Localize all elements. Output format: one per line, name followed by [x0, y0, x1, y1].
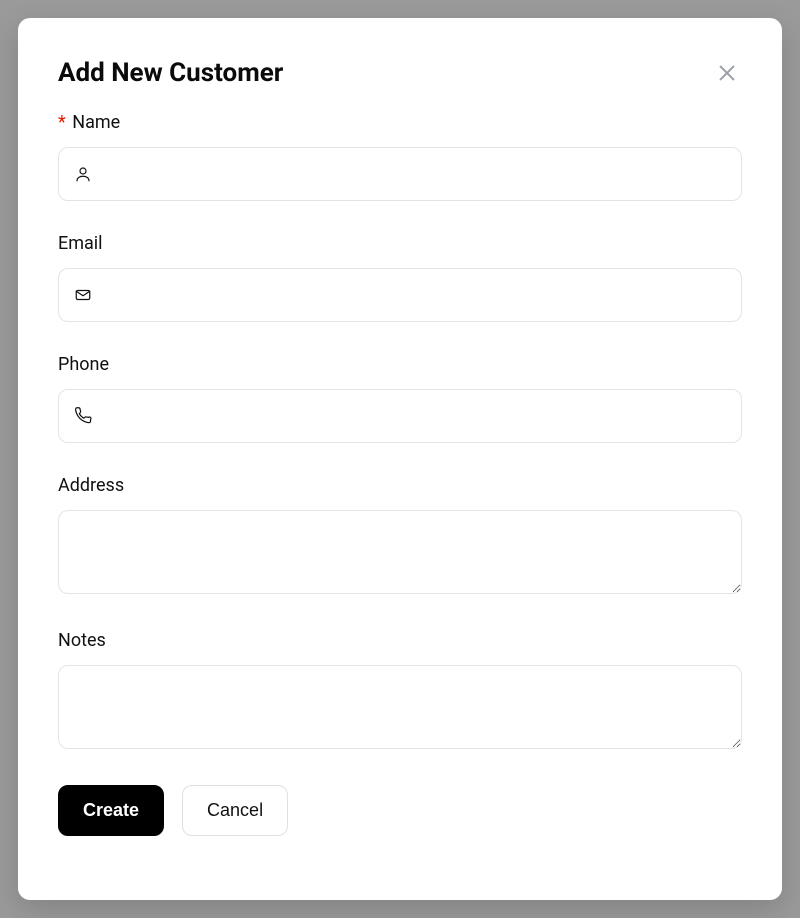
close-button[interactable]: [712, 58, 742, 88]
phone-label: Phone: [58, 354, 742, 375]
name-input-wrap: [58, 147, 742, 201]
close-icon: [716, 62, 738, 84]
address-textarea[interactable]: [58, 510, 742, 594]
modal-button-row: Create Cancel: [58, 785, 742, 836]
phone-input-wrap: [58, 389, 742, 443]
email-input[interactable]: [58, 268, 742, 322]
add-customer-modal: Add New Customer * Name Email: [18, 18, 782, 900]
name-form-group: * Name: [58, 112, 742, 201]
notes-form-group: Notes: [58, 630, 742, 753]
create-button[interactable]: Create: [58, 785, 164, 836]
phone-form-group: Phone: [58, 354, 742, 443]
name-input[interactable]: [58, 147, 742, 201]
required-indicator: *: [58, 112, 66, 133]
notes-textarea[interactable]: [58, 665, 742, 749]
address-label: Address: [58, 475, 742, 496]
email-form-group: Email: [58, 233, 742, 322]
notes-label: Notes: [58, 630, 742, 651]
email-input-wrap: [58, 268, 742, 322]
address-form-group: Address: [58, 475, 742, 598]
email-label: Email: [58, 233, 742, 254]
modal-header: Add New Customer: [58, 58, 742, 88]
phone-input[interactable]: [58, 389, 742, 443]
modal-title: Add New Customer: [58, 58, 283, 88]
name-label: * Name: [58, 112, 742, 133]
name-label-text: Name: [72, 112, 120, 133]
cancel-button[interactable]: Cancel: [182, 785, 288, 836]
